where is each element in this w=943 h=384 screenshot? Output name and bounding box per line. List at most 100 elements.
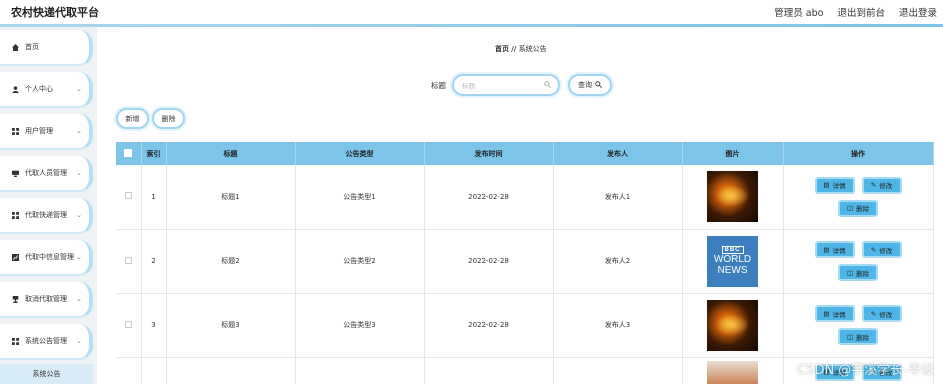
sidebar-item-label: 首页 [25, 43, 39, 51]
pencil-icon: ✎ [870, 309, 877, 318]
sidebar-item-label: 代取快递管理 [25, 211, 67, 219]
row-checkbox[interactable] [116, 229, 142, 294]
cell-image [682, 293, 784, 358]
grid-icon [12, 211, 19, 219]
header-links: 管理员 abo 退出到前台 退出登录 [774, 5, 937, 19]
row-checkbox[interactable] [116, 165, 142, 230]
sidebar: 首页 个人中心 ⌄ 用户管理 ⌄ 代取人员管理 ⌄ 代取快递管理 ⌄ 代取中信息… [0, 27, 95, 384]
detail-button[interactable]: ▤ 详情 [814, 305, 855, 322]
cell-image: BBC WORLD NEWS [682, 229, 784, 294]
breadcrumb-home[interactable]: 首页 [495, 45, 509, 53]
edit-button[interactable]: ✎ 修改 [861, 305, 902, 322]
cell-actions: ▤ 详情 ✎ 修改 ◫ 删除 [783, 293, 934, 358]
bulk-delete-button[interactable]: 删除 [152, 108, 185, 129]
detail-button-label: 详情 [832, 182, 846, 191]
trash-icon: ◫ [846, 204, 854, 213]
cell-publisher: 发布人1 [553, 165, 683, 230]
cell-index [141, 357, 167, 384]
top-bar: 农村快递代取平台 管理员 abo 退出到前台 退出登录 [0, 0, 943, 24]
column-header-image: 图片 [682, 142, 784, 165]
column-header-title: 标题 [166, 142, 296, 165]
edit-button[interactable]: ✎ 修改 [861, 241, 902, 258]
breadcrumb-current: 系统公告 [518, 45, 547, 53]
admin-user-label: 管理员 abo [774, 8, 824, 19]
edit-button[interactable]: ✎ 修改 [861, 176, 902, 194]
search-icon [544, 81, 551, 90]
column-header-type: 公告类型 [295, 142, 425, 165]
search-placeholder: 标题 [462, 82, 475, 90]
cell-image [682, 165, 784, 230]
delete-button[interactable]: ◫ 删除 [838, 328, 878, 345]
back-to-front-link[interactable]: 退出到前台 [837, 5, 885, 19]
breadcrumb-separator: // [511, 45, 517, 53]
cell-actions: ▤ 详情 ✎ 修改 ◫ 删除 [783, 165, 934, 230]
cell-index: 1 [141, 165, 167, 230]
trophy-icon [12, 295, 19, 303]
grid-icon [12, 337, 19, 345]
sidebar-item-home[interactable]: 首页 [0, 30, 93, 66]
breadcrumb: 首页 // 系统公告 [495, 44, 547, 54]
watermark: CSDN @宇溪学长-毕设 [797, 363, 934, 378]
main-panel: 首页 // 系统公告 标题 标题 查询 新增 删除 索引 标题 公告类型 发布时… [97, 27, 943, 384]
cell-type: 公告类型1 [295, 165, 425, 230]
edit-button-label: 修改 [879, 246, 893, 255]
row-checkbox[interactable] [116, 357, 142, 384]
grid-icon [12, 127, 19, 135]
delete-button-label: 删除 [856, 333, 870, 342]
sidebar-item-courier-staff[interactable]: 代取人员管理 ⌄ [0, 156, 93, 192]
sidebar-item-label: 取消代取管理 [25, 295, 67, 303]
table-header-row: 索引 标题 公告类型 发布时间 发布人 图片 操作 [116, 142, 934, 165]
cell-time: 2022-02-28 [424, 165, 554, 230]
cell-title: 标题2 [166, 229, 296, 294]
query-button[interactable]: 查询 [568, 74, 612, 96]
monitor-icon [12, 170, 19, 177]
search-input[interactable]: 标题 [452, 74, 560, 96]
select-all-checkbox[interactable] [116, 142, 142, 165]
row-checkbox[interactable] [116, 293, 142, 358]
chevron-down-icon: ⌄ [76, 295, 82, 303]
delete-button[interactable]: ◫ 删除 [838, 199, 878, 217]
chevron-down-icon: ⌄ [76, 127, 82, 135]
trash-icon: ◫ [846, 268, 854, 277]
cell-time: 2022-02-28 [424, 293, 554, 358]
detail-button-label: 详情 [832, 246, 846, 255]
delete-button-label: 删除 [856, 269, 870, 278]
news-image-brand: BBC [721, 245, 744, 255]
announcement-table: 索引 标题 公告类型 发布时间 发布人 图片 操作 1 标题1 公告类型1 20… [116, 142, 934, 384]
edit-button-label: 修改 [879, 182, 893, 191]
cell-actions: ▤ 详情 ✎ 修改 ◫ 删除 [783, 229, 934, 294]
table-row: 2 标题2 公告类型2 2022-02-28 发布人2 BBC WORLD NE… [116, 229, 934, 294]
pencil-icon: ✎ [870, 181, 877, 190]
cell-index: 2 [141, 229, 167, 294]
app-title: 农村快递代取平台 [11, 6, 99, 19]
sidebar-item-in-progress-info[interactable]: 代取中信息管理 ⌄ [0, 240, 93, 276]
cell-image [682, 357, 784, 384]
cell-index: 3 [141, 293, 167, 358]
search-icon [595, 80, 602, 90]
cell-publisher: 发布人2 [553, 229, 683, 294]
cell-time: 2022-02-28 [424, 229, 554, 294]
sidebar-item-user-management[interactable]: 用户管理 ⌄ [0, 114, 93, 150]
logout-link[interactable]: 退出登录 [899, 5, 937, 19]
sidebar-item-parcel-pickup[interactable]: 代取快递管理 ⌄ [0, 198, 93, 234]
sidebar-item-announcement-management[interactable]: 系统公告管理 ⌄ [0, 324, 93, 360]
user-icon [12, 85, 19, 93]
sidebar-item-personal-center[interactable]: 个人中心 ⌄ [0, 72, 93, 108]
home-icon [12, 43, 19, 51]
sidebar-item-label: 用户管理 [25, 127, 53, 135]
detail-button[interactable]: ▤ 详情 [814, 241, 855, 258]
news-image-line2: NEWS [717, 264, 748, 276]
fire-image [707, 299, 758, 351]
chevron-down-icon: ⌄ [76, 337, 82, 345]
sidebar-item-label: 系统公告管理 [25, 337, 67, 345]
add-button[interactable]: 新增 [116, 108, 149, 129]
document-icon: ▤ [823, 245, 830, 254]
delete-button[interactable]: ◫ 删除 [838, 264, 878, 281]
cell-type: 公告类型3 [295, 293, 425, 358]
sidebar-subitem-announcements[interactable]: 系统公告 [0, 364, 93, 384]
table-row: 3 标题3 公告类型3 2022-02-28 发布人3 ▤ 详情 ✎ 修改 ◫ 删除 [116, 293, 934, 358]
trash-icon: ◫ [846, 332, 854, 341]
sidebar-item-cancel-pickup[interactable]: 取消代取管理 ⌄ [0, 282, 93, 318]
detail-button[interactable]: ▤ 详情 [814, 176, 855, 194]
table-row: 1 标题1 公告类型1 2022-02-28 发布人1 ▤ 详情 ✎ 修改 ◫ 删除 [116, 165, 934, 230]
